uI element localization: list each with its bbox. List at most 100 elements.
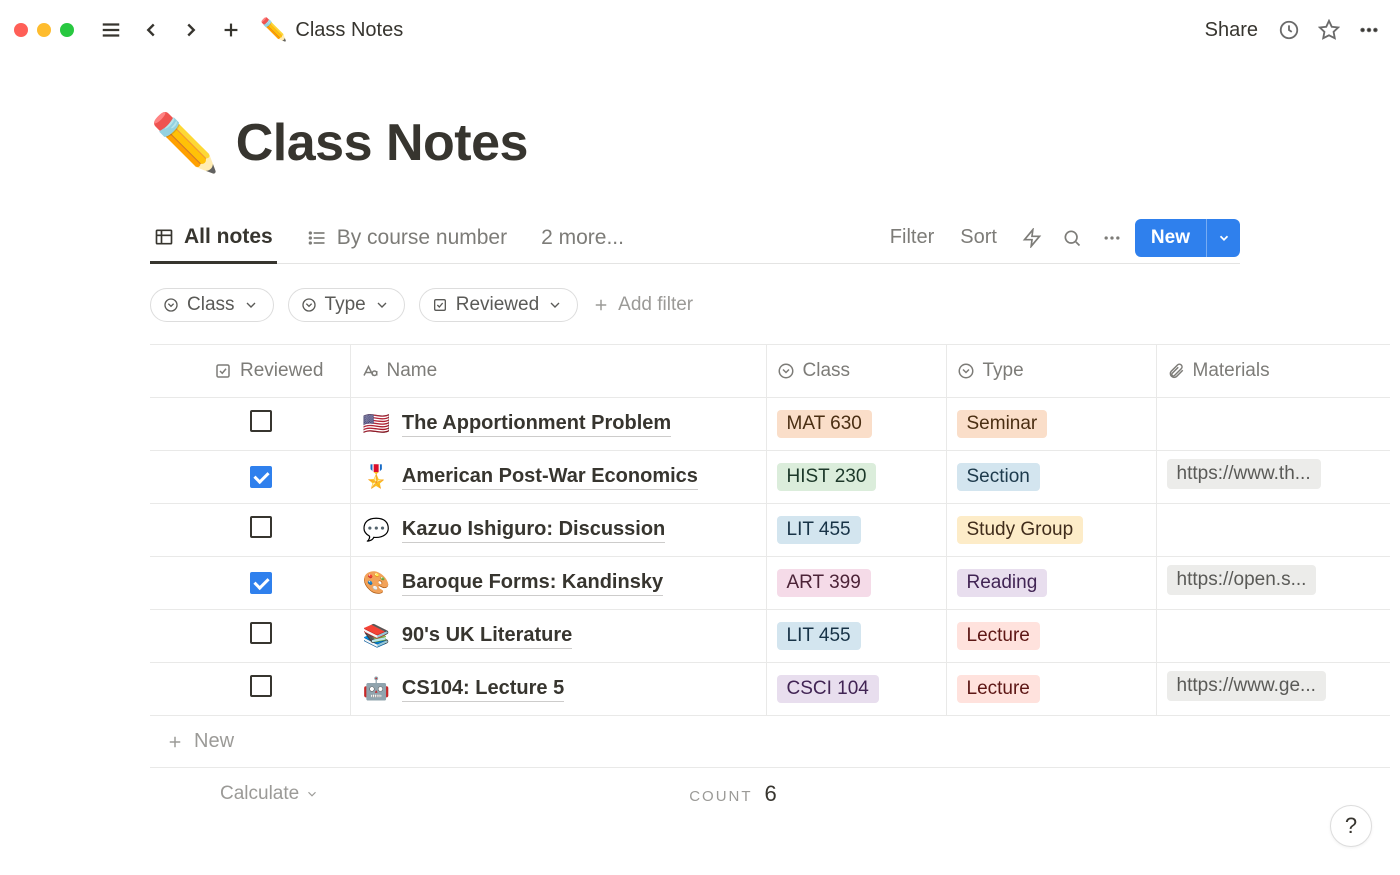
share-button[interactable]: Share xyxy=(1197,15,1266,46)
automations-icon[interactable] xyxy=(1015,221,1049,255)
name-cell[interactable]: 🇺🇸 The Apportionment Problem xyxy=(351,411,766,437)
table-row[interactable]: 📚90's UK Literature LIT 455 Lecture xyxy=(150,610,1390,663)
filter-chip-class[interactable]: Class xyxy=(150,288,274,322)
class-tag[interactable]: CSCI 104 xyxy=(777,675,879,703)
window-close-icon[interactable] xyxy=(14,23,28,37)
search-icon[interactable] xyxy=(1055,221,1089,255)
type-tag[interactable]: Lecture xyxy=(957,675,1040,703)
type-tag[interactable]: Seminar xyxy=(957,410,1048,438)
reviewed-checkbox[interactable] xyxy=(250,466,272,488)
filter-button[interactable]: Filter xyxy=(882,222,942,253)
materials-link[interactable]: https://www.ge... xyxy=(1167,671,1326,701)
chevron-down-icon xyxy=(374,297,390,313)
page-body: ✏️ Class Notes All notes By course numbe… xyxy=(0,60,1400,820)
favorite-icon[interactable] xyxy=(1312,13,1346,47)
menu-icon[interactable] xyxy=(94,13,128,47)
reviewed-checkbox[interactable] xyxy=(250,410,272,432)
name-cell[interactable]: 📚90's UK Literature xyxy=(351,623,766,649)
attachment-icon xyxy=(1167,362,1185,380)
sort-button[interactable]: Sort xyxy=(952,222,1005,253)
column-header-reviewed[interactable]: Reviewed xyxy=(204,345,350,398)
new-page-icon[interactable] xyxy=(214,13,248,47)
breadcrumb[interactable]: ✏️ Class Notes xyxy=(260,17,403,43)
count-label: COUNT xyxy=(689,788,752,805)
class-tag[interactable]: HIST 230 xyxy=(777,463,877,491)
name-cell[interactable]: 🎖️ American Post-War Economics xyxy=(351,464,766,490)
class-tag[interactable]: LIT 455 xyxy=(777,516,861,544)
new-button[interactable]: New xyxy=(1135,219,1240,257)
column-header-name[interactable]: Name xyxy=(350,345,766,398)
table-row[interactable]: 🎨Baroque Forms: Kandinsky ART 399 Reading h… xyxy=(150,557,1390,610)
view-tab-all-notes[interactable]: All notes xyxy=(150,213,277,264)
page-emoji: 💬 xyxy=(363,517,390,543)
column-header-type[interactable]: Type xyxy=(946,345,1156,398)
add-filter-button[interactable]: Add filter xyxy=(592,294,693,316)
view-tab-more[interactable]: 2 more... xyxy=(537,212,628,263)
back-icon[interactable] xyxy=(134,13,168,47)
reviewed-checkbox[interactable] xyxy=(250,675,272,697)
table-footer: Calculate COUNT 6 xyxy=(150,768,1390,820)
calculate-button[interactable]: Calculate xyxy=(220,783,319,805)
type-tag[interactable]: Reading xyxy=(957,569,1048,597)
text-icon xyxy=(361,362,379,380)
page-emoji: 🇺🇸 xyxy=(363,411,390,437)
page-name: 90's UK Literature xyxy=(402,624,572,649)
page-name: Baroque Forms: Kandinsky xyxy=(402,571,663,596)
more-icon[interactable] xyxy=(1352,13,1386,47)
checkbox-icon xyxy=(214,362,232,380)
name-cell[interactable]: 🤖CS104: Lecture 5 xyxy=(351,676,766,702)
window-minimize-icon[interactable] xyxy=(37,23,51,37)
page-name: American Post-War Economics xyxy=(402,465,698,490)
name-cell[interactable]: 💬Kazuo Ishiguro: Discussion xyxy=(351,517,766,543)
breadcrumb-emoji: ✏️ xyxy=(260,17,287,43)
column-label: Materials xyxy=(1193,360,1270,382)
type-tag[interactable]: Lecture xyxy=(957,622,1040,650)
class-tag[interactable]: MAT 630 xyxy=(777,410,872,438)
class-tag[interactable]: ART 399 xyxy=(777,569,871,597)
page-title-emoji[interactable]: ✏️ xyxy=(150,110,220,176)
type-tag[interactable]: Section xyxy=(957,463,1040,491)
page-name: The Apportionment Problem xyxy=(402,412,671,437)
table-row[interactable]: 💬Kazuo Ishiguro: Discussion LIT 455 Study … xyxy=(150,504,1390,557)
materials-link[interactable]: https://www.th... xyxy=(1167,459,1321,489)
table-row[interactable]: 🇺🇸 The Apportionment Problem MAT 630 Semina… xyxy=(150,398,1390,451)
reviewed-checkbox[interactable] xyxy=(250,516,272,538)
add-row-button[interactable]: New xyxy=(150,716,1390,768)
database-table: Reviewed Name Class xyxy=(150,344,1390,716)
column-header-materials[interactable]: Materials xyxy=(1156,345,1390,398)
views-row: All notes By course number 2 more... Fil… xyxy=(150,212,1240,264)
type-tag[interactable]: Study Group xyxy=(957,516,1084,544)
filter-chip-type[interactable]: Type xyxy=(288,288,405,322)
help-button[interactable]: ? xyxy=(1330,805,1372,847)
count-value: 6 xyxy=(764,781,776,806)
view-tab-by-course-number[interactable]: By course number xyxy=(303,212,511,263)
chevron-down-icon xyxy=(547,297,563,313)
materials-link[interactable]: https://open.s... xyxy=(1167,565,1317,595)
window-traffic-lights xyxy=(14,23,74,37)
forward-icon[interactable] xyxy=(174,13,208,47)
add-filter-label: Add filter xyxy=(618,294,693,316)
count-display: COUNT 6 xyxy=(689,781,776,807)
view-tab-label: 2 more... xyxy=(541,226,624,250)
page-emoji: 🎖️ xyxy=(363,464,390,490)
reviewed-checkbox[interactable] xyxy=(250,572,272,594)
page-title: ✏️ Class Notes xyxy=(150,110,1400,176)
view-options-icon[interactable] xyxy=(1095,221,1129,255)
column-header-class[interactable]: Class xyxy=(766,345,946,398)
calculate-label: Calculate xyxy=(220,783,299,805)
name-cell[interactable]: 🎨Baroque Forms: Kandinsky xyxy=(351,570,766,596)
table-row[interactable]: 🤖CS104: Lecture 5 CSCI 104 Lecture https://… xyxy=(150,663,1390,716)
page-title-text[interactable]: Class Notes xyxy=(236,113,528,173)
class-tag[interactable]: LIT 455 xyxy=(777,622,861,650)
topbar: ✏️ Class Notes Share xyxy=(0,0,1400,60)
new-button-label: New xyxy=(1135,219,1206,257)
new-button-dropdown[interactable] xyxy=(1206,219,1240,257)
chevron-down-icon xyxy=(305,787,319,801)
view-tab-label: All notes xyxy=(184,225,273,249)
filter-chip-reviewed[interactable]: Reviewed xyxy=(419,288,578,322)
reviewed-checkbox[interactable] xyxy=(250,622,272,644)
chevron-down-icon xyxy=(243,297,259,313)
updates-icon[interactable] xyxy=(1272,13,1306,47)
window-zoom-icon[interactable] xyxy=(60,23,74,37)
table-row[interactable]: 🎖️ American Post-War Economics HIST 230 Sec… xyxy=(150,451,1390,504)
